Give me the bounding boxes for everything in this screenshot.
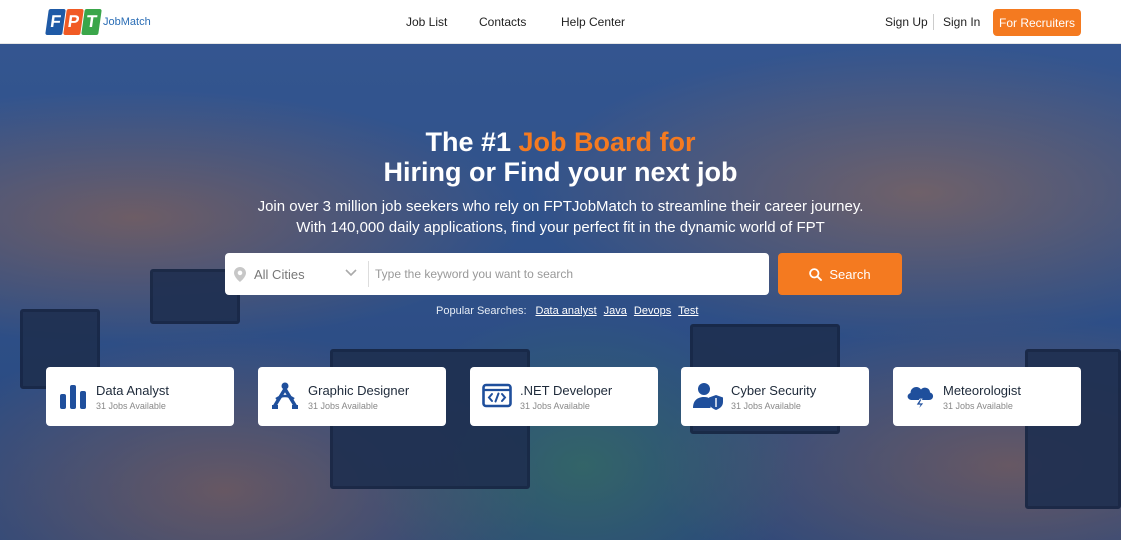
hero-title-line1: The #1 Job Board for [0,127,1121,158]
bar-chart-icon [60,385,86,409]
category-name: Graphic Designer [308,383,410,398]
category-name: Cyber Security [731,383,817,398]
logo-tiles: F P T [45,9,102,35]
popular-tag-java[interactable]: Java [604,305,627,317]
search-separator [368,261,369,287]
nav-divider [933,14,934,30]
location-pin-icon [234,267,246,282]
hero-section: The #1 Job Board for Hiring or Find your… [0,44,1121,540]
category-job-count: 31 Jobs Available [731,401,801,411]
hero-subtitle-line1: Join over 3 million job seekers who rely… [257,198,864,215]
nav-contacts[interactable]: Contacts [479,15,526,29]
city-select[interactable]: All Cities [225,253,368,295]
category-card-cyber-security[interactable]: Cyber Security 31 Jobs Available [681,367,869,426]
category-name: Data Analyst [96,383,169,398]
category-card-meteorologist[interactable]: Meteorologist 31 Jobs Available [893,367,1081,426]
popular-tag-data-analyst[interactable]: Data analyst [536,305,597,317]
for-recruiters-button[interactable]: For Recruiters [993,9,1081,36]
category-job-count: 31 Jobs Available [96,401,166,411]
logo-letter-t: T [81,9,102,35]
sign-in-link[interactable]: Sign In [943,15,980,29]
category-name: Meteorologist [943,383,1022,398]
hero-title-line2: Hiring or Find your next job [383,157,738,187]
fpt-jobmatch-logo[interactable]: F P T JobMatch [45,9,151,35]
search-icon [809,267,823,281]
hero-subtitle-line2: With 140,000 daily applications, find yo… [296,219,825,236]
search-button[interactable]: Search [778,253,902,295]
top-navbar: F P T JobMatch Job List Contacts Help Ce… [0,0,1121,44]
hero-title-prefix: The #1 [425,127,519,157]
category-name: .NET Developer [520,383,613,398]
nav-job-list[interactable]: Job List [406,15,447,29]
hero-title-accent: Job Board for [518,127,696,157]
sign-up-link[interactable]: Sign Up [885,15,928,29]
category-card-data-analyst[interactable]: Data Analyst 31 Jobs Available [46,367,234,426]
popular-searches-label: Popular Searches: [436,305,527,317]
category-card-net-developer[interactable]: .NET Developer 31 Jobs Available [470,367,658,426]
category-job-count: 31 Jobs Available [943,401,1013,411]
search-box: All Cities [225,253,769,295]
popular-tag-test[interactable]: Test [678,305,698,317]
popular-tag-devops[interactable]: Devops [634,305,671,317]
nav-help-center[interactable]: Help Center [561,15,625,29]
category-job-count: 31 Jobs Available [308,401,378,411]
storm-cloud-icon [907,387,934,411]
popular-searches: Popular Searches: Data analyst Java Devo… [436,305,705,317]
keyword-search-input[interactable] [375,259,760,289]
category-card-graphic-designer[interactable]: Graphic Designer 31 Jobs Available [258,367,446,426]
pen-tool-icon [272,382,298,409]
code-window-icon [482,383,512,408]
logo-subtitle: JobMatch [103,16,151,28]
category-job-count: 31 Jobs Available [520,401,590,411]
user-shield-icon [693,383,723,410]
city-select-value: All Cities [254,267,305,282]
search-button-label: Search [829,266,871,282]
chevron-down-icon [345,269,357,277]
